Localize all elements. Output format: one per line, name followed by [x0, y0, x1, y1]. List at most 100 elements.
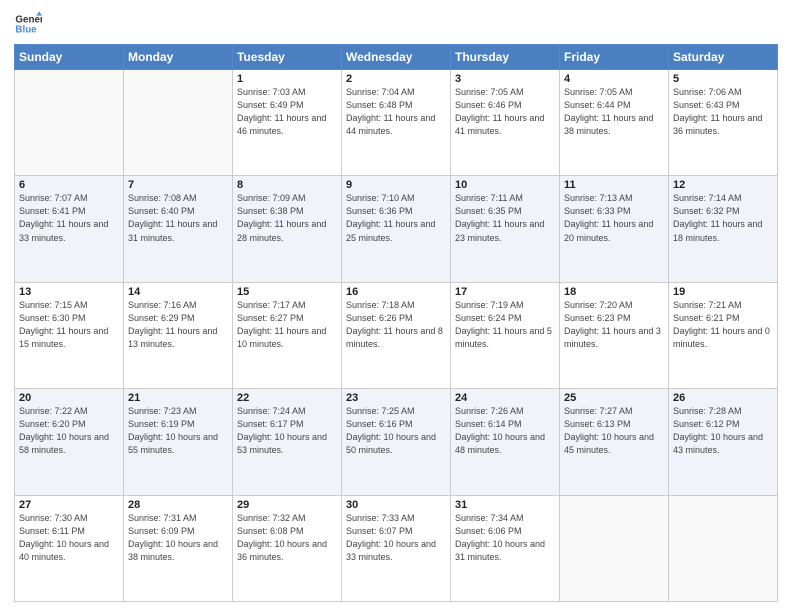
week-row-5: 27Sunrise: 7:30 AMSunset: 6:11 PMDayligh…	[15, 495, 778, 601]
day-detail: Sunrise: 7:04 AMSunset: 6:48 PMDaylight:…	[346, 86, 446, 138]
day-number: 30	[346, 499, 446, 511]
col-header-thursday: Thursday	[451, 45, 560, 70]
calendar-cell: 27Sunrise: 7:30 AMSunset: 6:11 PMDayligh…	[15, 495, 124, 601]
calendar-cell	[124, 70, 233, 176]
day-detail: Sunrise: 7:09 AMSunset: 6:38 PMDaylight:…	[237, 192, 337, 244]
calendar-cell: 20Sunrise: 7:22 AMSunset: 6:20 PMDayligh…	[15, 389, 124, 495]
day-detail: Sunrise: 7:11 AMSunset: 6:35 PMDaylight:…	[455, 192, 555, 244]
day-number: 17	[455, 286, 555, 298]
calendar-cell: 18Sunrise: 7:20 AMSunset: 6:23 PMDayligh…	[560, 282, 669, 388]
day-number: 31	[455, 499, 555, 511]
day-detail: Sunrise: 7:17 AMSunset: 6:27 PMDaylight:…	[237, 299, 337, 351]
day-number: 13	[19, 286, 119, 298]
week-row-4: 20Sunrise: 7:22 AMSunset: 6:20 PMDayligh…	[15, 389, 778, 495]
calendar-cell: 19Sunrise: 7:21 AMSunset: 6:21 PMDayligh…	[669, 282, 778, 388]
week-row-1: 1Sunrise: 7:03 AMSunset: 6:49 PMDaylight…	[15, 70, 778, 176]
day-detail: Sunrise: 7:31 AMSunset: 6:09 PMDaylight:…	[128, 512, 228, 564]
calendar-cell: 10Sunrise: 7:11 AMSunset: 6:35 PMDayligh…	[451, 176, 560, 282]
day-detail: Sunrise: 7:16 AMSunset: 6:29 PMDaylight:…	[128, 299, 228, 351]
day-detail: Sunrise: 7:32 AMSunset: 6:08 PMDaylight:…	[237, 512, 337, 564]
day-detail: Sunrise: 7:08 AMSunset: 6:40 PMDaylight:…	[128, 192, 228, 244]
day-number: 20	[19, 392, 119, 404]
day-number: 5	[673, 73, 773, 85]
day-number: 12	[673, 179, 773, 191]
day-detail: Sunrise: 7:19 AMSunset: 6:24 PMDaylight:…	[455, 299, 555, 351]
calendar-cell: 9Sunrise: 7:10 AMSunset: 6:36 PMDaylight…	[342, 176, 451, 282]
day-detail: Sunrise: 7:14 AMSunset: 6:32 PMDaylight:…	[673, 192, 773, 244]
calendar-cell: 21Sunrise: 7:23 AMSunset: 6:19 PMDayligh…	[124, 389, 233, 495]
day-number: 2	[346, 73, 446, 85]
day-number: 29	[237, 499, 337, 511]
calendar-cell: 25Sunrise: 7:27 AMSunset: 6:13 PMDayligh…	[560, 389, 669, 495]
day-number: 6	[19, 179, 119, 191]
calendar-cell: 6Sunrise: 7:07 AMSunset: 6:41 PMDaylight…	[15, 176, 124, 282]
calendar-cell: 31Sunrise: 7:34 AMSunset: 6:06 PMDayligh…	[451, 495, 560, 601]
day-detail: Sunrise: 7:26 AMSunset: 6:14 PMDaylight:…	[455, 405, 555, 457]
calendar-cell: 3Sunrise: 7:05 AMSunset: 6:46 PMDaylight…	[451, 70, 560, 176]
day-number: 18	[564, 286, 664, 298]
day-number: 22	[237, 392, 337, 404]
calendar-cell: 11Sunrise: 7:13 AMSunset: 6:33 PMDayligh…	[560, 176, 669, 282]
day-detail: Sunrise: 7:13 AMSunset: 6:33 PMDaylight:…	[564, 192, 664, 244]
day-number: 16	[346, 286, 446, 298]
day-detail: Sunrise: 7:10 AMSunset: 6:36 PMDaylight:…	[346, 192, 446, 244]
col-header-sunday: Sunday	[15, 45, 124, 70]
day-detail: Sunrise: 7:18 AMSunset: 6:26 PMDaylight:…	[346, 299, 446, 351]
day-number: 19	[673, 286, 773, 298]
calendar-cell: 26Sunrise: 7:28 AMSunset: 6:12 PMDayligh…	[669, 389, 778, 495]
calendar-cell: 15Sunrise: 7:17 AMSunset: 6:27 PMDayligh…	[233, 282, 342, 388]
svg-text:Blue: Blue	[15, 24, 37, 35]
day-detail: Sunrise: 7:06 AMSunset: 6:43 PMDaylight:…	[673, 86, 773, 138]
day-number: 14	[128, 286, 228, 298]
day-number: 25	[564, 392, 664, 404]
day-number: 28	[128, 499, 228, 511]
day-detail: Sunrise: 7:03 AMSunset: 6:49 PMDaylight:…	[237, 86, 337, 138]
day-detail: Sunrise: 7:30 AMSunset: 6:11 PMDaylight:…	[19, 512, 119, 564]
calendar-cell: 13Sunrise: 7:15 AMSunset: 6:30 PMDayligh…	[15, 282, 124, 388]
week-row-3: 13Sunrise: 7:15 AMSunset: 6:30 PMDayligh…	[15, 282, 778, 388]
day-detail: Sunrise: 7:22 AMSunset: 6:20 PMDaylight:…	[19, 405, 119, 457]
week-row-2: 6Sunrise: 7:07 AMSunset: 6:41 PMDaylight…	[15, 176, 778, 282]
calendar-cell: 4Sunrise: 7:05 AMSunset: 6:44 PMDaylight…	[560, 70, 669, 176]
day-detail: Sunrise: 7:23 AMSunset: 6:19 PMDaylight:…	[128, 405, 228, 457]
header: General Blue	[14, 10, 778, 38]
page: General Blue SundayMondayTuesdayWednesda…	[0, 0, 792, 612]
calendar-cell: 29Sunrise: 7:32 AMSunset: 6:08 PMDayligh…	[233, 495, 342, 601]
logo: General Blue	[14, 10, 42, 38]
day-number: 3	[455, 73, 555, 85]
calendar-cell: 8Sunrise: 7:09 AMSunset: 6:38 PMDaylight…	[233, 176, 342, 282]
calendar-cell: 2Sunrise: 7:04 AMSunset: 6:48 PMDaylight…	[342, 70, 451, 176]
col-header-friday: Friday	[560, 45, 669, 70]
day-number: 9	[346, 179, 446, 191]
calendar-cell: 1Sunrise: 7:03 AMSunset: 6:49 PMDaylight…	[233, 70, 342, 176]
calendar-cell	[560, 495, 669, 601]
calendar-cell: 22Sunrise: 7:24 AMSunset: 6:17 PMDayligh…	[233, 389, 342, 495]
day-number: 27	[19, 499, 119, 511]
calendar-cell: 30Sunrise: 7:33 AMSunset: 6:07 PMDayligh…	[342, 495, 451, 601]
day-detail: Sunrise: 7:05 AMSunset: 6:46 PMDaylight:…	[455, 86, 555, 138]
day-number: 4	[564, 73, 664, 85]
day-detail: Sunrise: 7:05 AMSunset: 6:44 PMDaylight:…	[564, 86, 664, 138]
day-number: 11	[564, 179, 664, 191]
calendar-cell: 7Sunrise: 7:08 AMSunset: 6:40 PMDaylight…	[124, 176, 233, 282]
day-detail: Sunrise: 7:28 AMSunset: 6:12 PMDaylight:…	[673, 405, 773, 457]
day-number: 7	[128, 179, 228, 191]
calendar-header-row: SundayMondayTuesdayWednesdayThursdayFrid…	[15, 45, 778, 70]
day-number: 8	[237, 179, 337, 191]
day-number: 1	[237, 73, 337, 85]
col-header-saturday: Saturday	[669, 45, 778, 70]
calendar-cell: 5Sunrise: 7:06 AMSunset: 6:43 PMDaylight…	[669, 70, 778, 176]
day-detail: Sunrise: 7:33 AMSunset: 6:07 PMDaylight:…	[346, 512, 446, 564]
col-header-monday: Monday	[124, 45, 233, 70]
day-number: 10	[455, 179, 555, 191]
calendar-cell: 24Sunrise: 7:26 AMSunset: 6:14 PMDayligh…	[451, 389, 560, 495]
calendar-cell: 23Sunrise: 7:25 AMSunset: 6:16 PMDayligh…	[342, 389, 451, 495]
day-detail: Sunrise: 7:07 AMSunset: 6:41 PMDaylight:…	[19, 192, 119, 244]
day-detail: Sunrise: 7:25 AMSunset: 6:16 PMDaylight:…	[346, 405, 446, 457]
day-detail: Sunrise: 7:24 AMSunset: 6:17 PMDaylight:…	[237, 405, 337, 457]
col-header-wednesday: Wednesday	[342, 45, 451, 70]
day-number: 24	[455, 392, 555, 404]
calendar-cell: 14Sunrise: 7:16 AMSunset: 6:29 PMDayligh…	[124, 282, 233, 388]
col-header-tuesday: Tuesday	[233, 45, 342, 70]
calendar-cell	[669, 495, 778, 601]
